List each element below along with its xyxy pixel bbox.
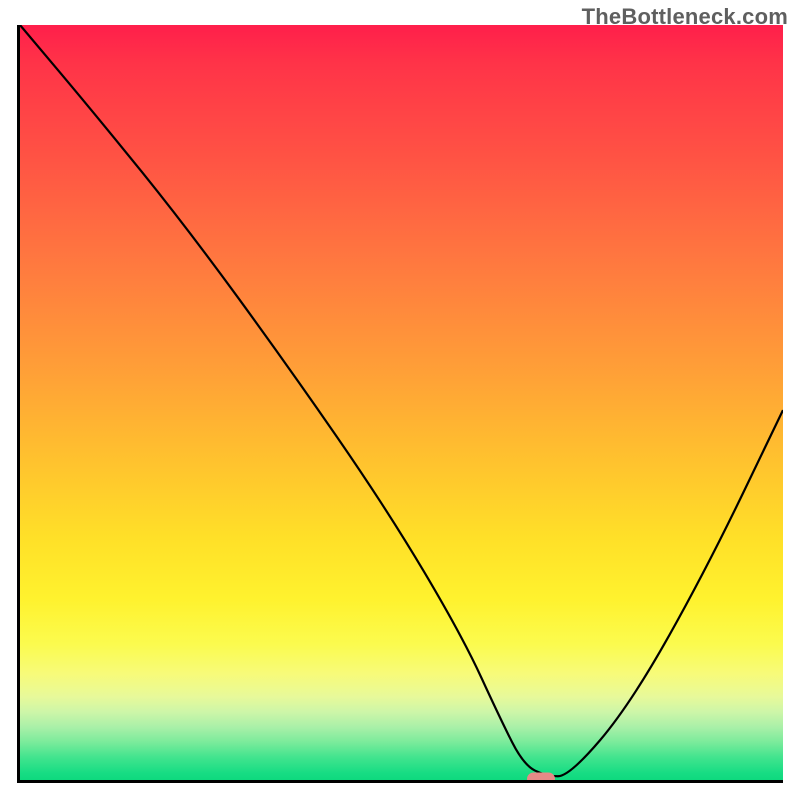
bottleneck-curve-svg xyxy=(20,25,783,780)
bottleneck-curve-path xyxy=(20,25,783,776)
watermark-text: TheBottleneck.com xyxy=(582,4,788,30)
plot-area xyxy=(17,25,783,783)
chart-stage: TheBottleneck.com xyxy=(0,0,800,800)
optimal-marker xyxy=(527,773,555,783)
